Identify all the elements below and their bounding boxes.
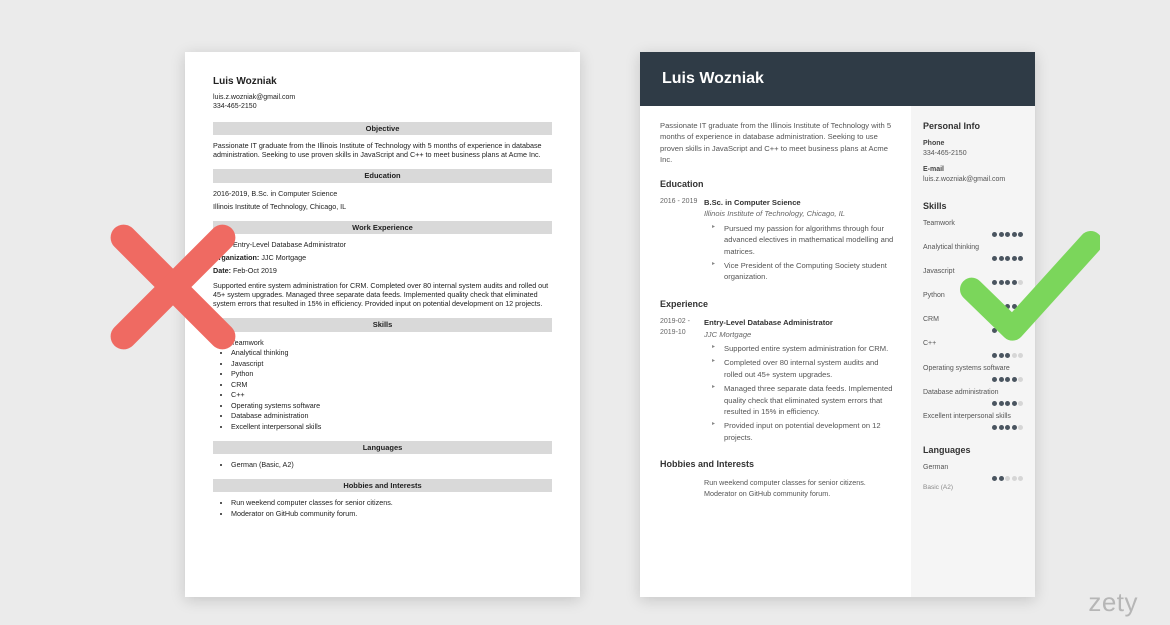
skill-item: Excellent interpersonal skills (923, 412, 1023, 430)
phone-value: 334-465-2150 (923, 149, 1023, 159)
heading-skills: Skills (923, 200, 1023, 213)
section-objective: Objective (213, 122, 552, 135)
email-value: luis.z.wozniak@gmail.com (923, 175, 1023, 185)
list-item: Moderator on GitHub community forum. (231, 509, 552, 518)
hobbies-list: Run weekend computer classes for senior … (213, 498, 552, 518)
skills-list: TeamworkAnalytical thinking JavascriptPyt… (213, 338, 552, 431)
skill-name: Database administration (923, 388, 1023, 398)
languages-block: German Basic (A2) (923, 463, 1023, 493)
objective-text: Passionate IT graduate from the Illinois… (213, 141, 552, 159)
list-item: Vice President of the Computing Society … (716, 260, 895, 283)
language-note: Basic (A2) (923, 483, 1023, 492)
check-mark-icon (960, 222, 1100, 352)
phone: 334-465-2150 (213, 103, 552, 112)
section-languages: Languages (213, 441, 552, 454)
post: Post: Entry-Level Database Administrator (213, 240, 552, 249)
language-name: German (923, 463, 1023, 473)
organization: Organization: JJC Mortgage (213, 253, 552, 262)
section-work: Work Experience (213, 221, 552, 234)
phone-label: Phone (923, 139, 1023, 149)
list-item: Python (231, 369, 552, 378)
edu-org: Illinois Institute of Technology, Chicag… (704, 208, 895, 219)
edu-bullets: Pursued my passion for algorithms throug… (704, 223, 895, 283)
hobbies-block: Run weekend computer classes for senior … (660, 478, 895, 500)
exp-org: JJC Mortgage (704, 329, 895, 340)
list-item: CRM (231, 380, 552, 389)
list-item: Completed over 80 internal system audits… (716, 357, 895, 380)
list-item: Javascript (231, 359, 552, 368)
skill-name: Excellent interpersonal skills (923, 412, 1023, 422)
list-item: German (Basic, A2) (231, 460, 552, 469)
edu-line1: 2016-2019, B.Sc. in Computer Science (213, 189, 552, 198)
exp-title: Entry-Level Database Administrator (704, 317, 895, 328)
list-item: Teamwork (231, 338, 552, 347)
email-label: E-mail (923, 165, 1023, 175)
edu-line2: Illinois Institute of Technology, Chicag… (213, 202, 552, 211)
section-skills: Skills (213, 318, 552, 331)
section-hobbies: Hobbies and Interests (213, 479, 552, 492)
header-name: Luis Wozniak (640, 52, 1035, 106)
list-item: C++ (231, 390, 552, 399)
list-item: Provided input on potential development … (716, 420, 895, 443)
name: Luis Wozniak (213, 76, 552, 89)
list-item: Database administration (231, 411, 552, 420)
section-education: Education (213, 169, 552, 182)
skill-item: Operating systems software (923, 364, 1023, 382)
language-item: German Basic (A2) (923, 463, 1023, 493)
edu-title: B.Sc. in Computer Science (704, 197, 895, 208)
heading-education: Education (660, 178, 895, 192)
list-item: Operating systems software (231, 401, 552, 410)
skill-name: Operating systems software (923, 364, 1023, 374)
list-item: Run weekend computer classes for senior … (231, 498, 552, 507)
heading-languages: Languages (923, 444, 1023, 457)
main-column: Passionate IT graduate from the Illinois… (640, 106, 911, 597)
list-item: Supported entire system administration f… (716, 343, 895, 354)
list-item: Managed three separate data feeds. Imple… (716, 383, 895, 417)
skill-item: Database administration (923, 388, 1023, 406)
exp-bullets: Supported entire system administration f… (704, 343, 895, 443)
brand-logo: zety (1088, 587, 1138, 618)
heading-experience: Experience (660, 298, 895, 312)
summary: Passionate IT graduate from the Illinois… (660, 120, 895, 166)
date: Date: Feb-Oct 2019 (213, 266, 552, 275)
list-item: Excellent interpersonal skills (231, 422, 552, 431)
email: luis.z.wozniak@gmail.com (213, 94, 552, 103)
work-text: Supported entire system administration f… (213, 281, 552, 308)
languages-list: German (Basic, A2) (213, 460, 552, 469)
x-mark-icon (108, 222, 238, 352)
heading-hobbies: Hobbies and Interests (660, 458, 895, 472)
heading-personal: Personal Info (923, 120, 1023, 133)
list-item: Analytical thinking (231, 348, 552, 357)
hobby-line: Run weekend computer classes for senior … (704, 478, 895, 489)
resume-bad: Luis Wozniak luis.z.wozniak@gmail.com 33… (185, 52, 580, 597)
hobby-line: Moderator on GitHub community forum. (704, 489, 895, 500)
edu-dates: 2016 - 2019 (660, 197, 704, 286)
exp-dates: 2019-02 - 2019-10 (660, 317, 704, 446)
list-item: Pursued my passion for algorithms throug… (716, 223, 895, 257)
